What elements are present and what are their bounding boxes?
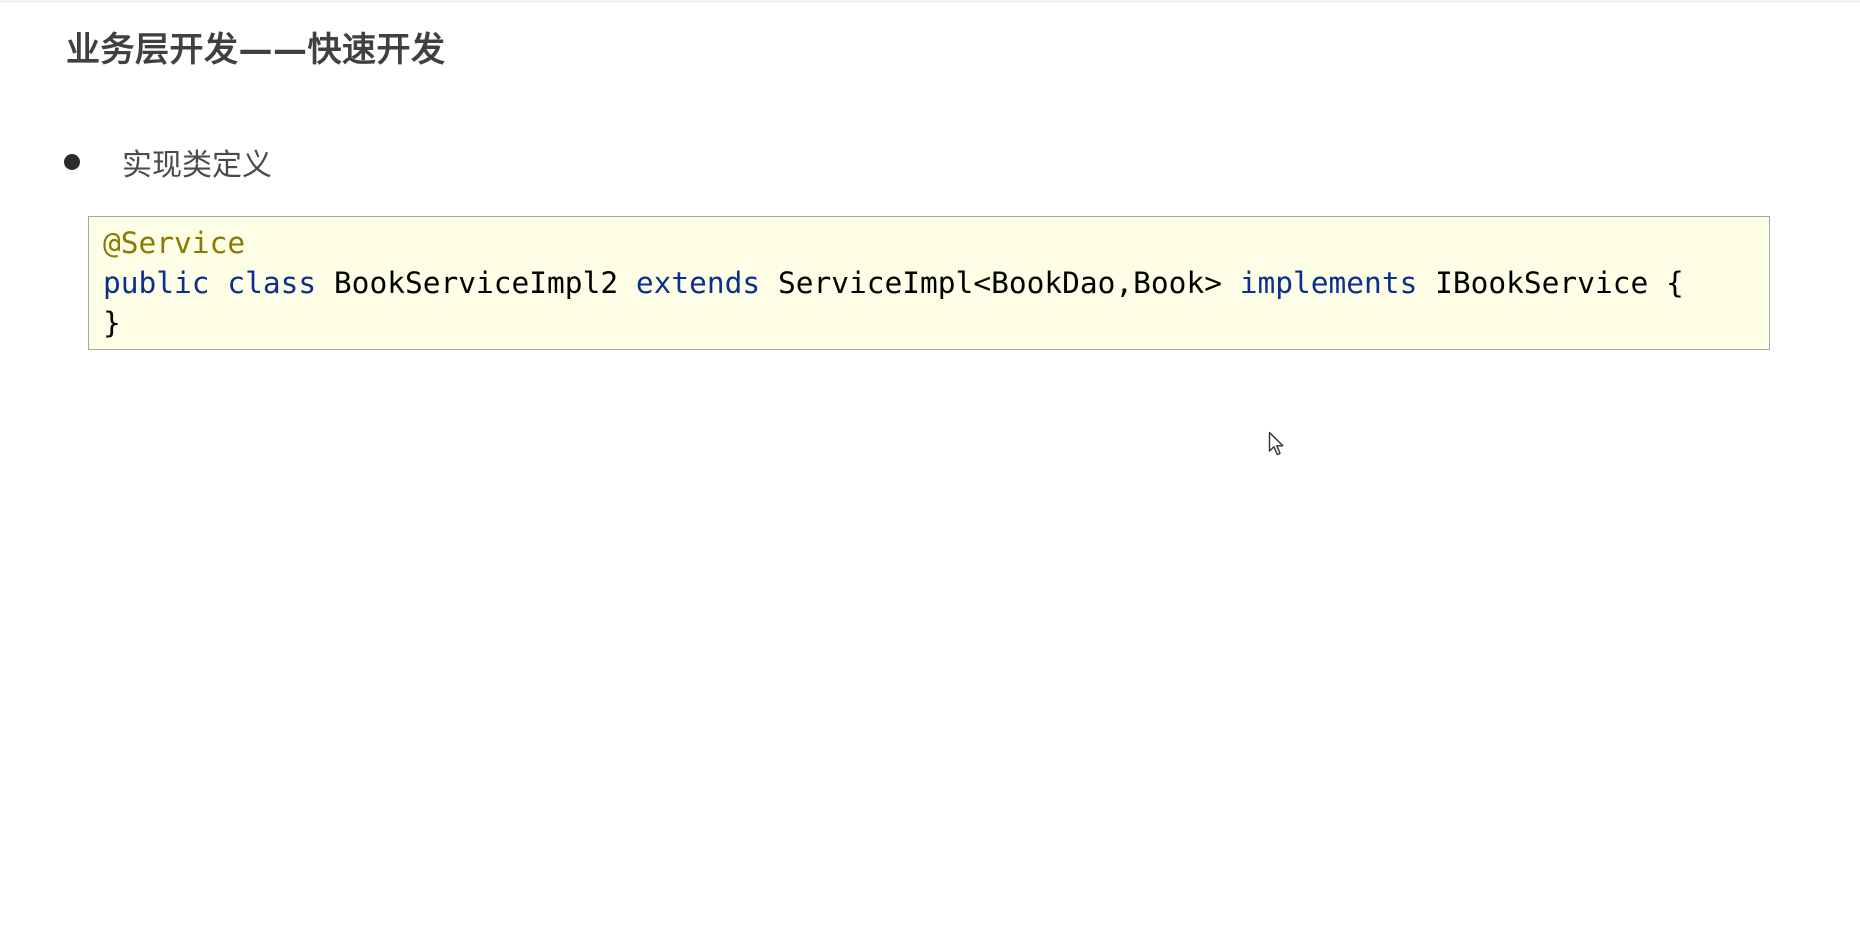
code-line-close-brace: } [103,303,1755,343]
keyword-public: public [103,266,210,300]
open-brace: { [1666,266,1684,300]
code-block: @Service public class BookServiceImpl2 e… [88,216,1770,350]
class-name: BookServiceImpl2 [333,266,619,300]
slide-title: 业务层开发——快速开发 [66,30,446,70]
annotation-token: @Service [103,226,246,260]
code-line-annotation: @Service [103,223,1755,263]
keyword-implements: implements [1239,266,1418,300]
keyword-class: class [227,266,317,300]
top-edge-divider [0,0,1860,3]
interface-name: IBookService [1435,266,1649,300]
bullet-dot-icon [64,154,80,170]
close-brace: } [103,306,121,340]
bullet-item: 实现类定义 [64,140,272,184]
mouse-pointer-icon [1268,431,1284,456]
keyword-extends: extends [635,266,761,300]
code-line-class-declaration: public class BookServiceImpl2 extends Se… [103,263,1755,303]
bullet-text: 实现类定义 [122,148,272,183]
super-type: ServiceImpl<BookDao,Book> [777,266,1222,300]
